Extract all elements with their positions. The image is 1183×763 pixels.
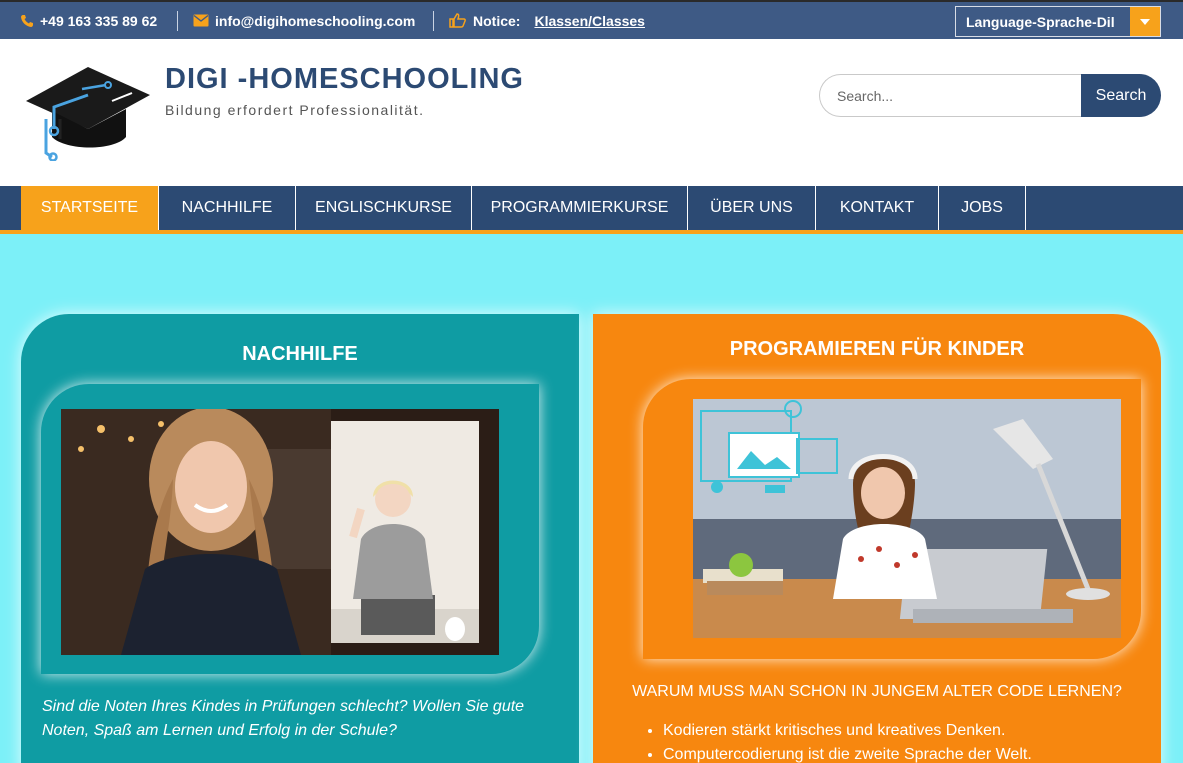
list-item: Kodieren stärkt kritisches und kreatives… <box>663 719 1032 743</box>
chevron-down-icon <box>1140 18 1150 25</box>
nachhilfe-intro-text: Sind die Noten Ihres Kindes in Prüfungen… <box>42 698 525 739</box>
site-header: DIGI -HOMESCHOOLING Bildung erfordert Pr… <box>0 39 1183 186</box>
nav-item-jobs[interactable]: JOBS <box>939 186 1026 230</box>
phone-contact[interactable]: +49 163 335 89 62 <box>20 2 157 39</box>
search-input[interactable] <box>819 74 1081 117</box>
nachhilfe-card: NACHHILFE Sind die Noten Ihres Kindes in… <box>21 314 579 763</box>
nav-item-startseite[interactable]: STARTSEITE <box>21 186 159 230</box>
search-form: Search <box>819 74 1161 117</box>
nav-accent-bar <box>0 230 1183 236</box>
nachhilfe-photo[interactable] <box>61 409 499 655</box>
email-contact[interactable]: info@digihomeschooling.com <box>193 2 415 39</box>
notice-label: Notice: <box>473 12 521 29</box>
programmieren-image-frame <box>643 379 1141 659</box>
nav-item-englischkurse[interactable]: ENGLISCHKURSE <box>296 186 472 230</box>
thumbs-up-icon <box>449 13 466 28</box>
nachhilfe-card-title[interactable]: NACHHILFE <box>21 343 579 366</box>
divider <box>177 11 178 31</box>
language-dropdown-button[interactable] <box>1130 7 1160 36</box>
phone-icon <box>21 14 33 27</box>
main-navigation: STARTSEITE NACHHILFE ENGLISCHKURSE PROGR… <box>0 186 1183 230</box>
site-title[interactable]: DIGI -HOMESCHOOLING <box>165 63 524 96</box>
email-address: info@digihomeschooling.com <box>215 12 416 29</box>
nav-item-nachhilfe[interactable]: NACHHILFE <box>159 186 296 230</box>
graduation-cap-logo <box>26 67 150 162</box>
programmieren-card-title[interactable]: PROGRAMIEREN FÜR KINDER <box>593 338 1161 361</box>
language-select-value: Language-Sprache-Dil <box>966 13 1115 30</box>
language-select[interactable]: Language-Sprache-Dil <box>955 6 1161 37</box>
top-bar: +49 163 335 89 62 info@digihomeschooling… <box>0 0 1183 39</box>
programmieren-why-heading: WARUM MUSS MAN SCHON IN JUNGEM ALTER COD… <box>632 683 1122 700</box>
notice-link[interactable]: Klassen/Classes <box>534 13 645 29</box>
nav-item-programmierkurse[interactable]: PROGRAMMIERKURSE <box>472 186 688 230</box>
nav-item-kontakt[interactable]: KONTAKT <box>816 186 939 230</box>
phone-number: +49 163 335 89 62 <box>40 12 158 29</box>
site-tagline: Bildung erfordert Professionalität. <box>165 102 425 118</box>
site-logo[interactable] <box>22 59 152 166</box>
programmieren-benefits-list: Kodieren stärkt kritisches und kreatives… <box>663 719 1032 763</box>
nav-item-ueber-uns[interactable]: ÜBER UNS <box>688 186 816 230</box>
nachhilfe-image-frame <box>41 384 539 674</box>
notice-area: Notice: Klassen/Classes <box>449 2 645 39</box>
envelope-icon <box>193 14 209 27</box>
programmieren-photo[interactable] <box>693 399 1121 638</box>
divider <box>433 11 434 31</box>
programmieren-card: PROGRAMIEREN FÜR KINDER WARUM MUSS MAN S… <box>593 314 1161 763</box>
list-item: Computercodierung ist die zweite Sprache… <box>663 743 1032 763</box>
search-button[interactable]: Search <box>1081 74 1161 117</box>
